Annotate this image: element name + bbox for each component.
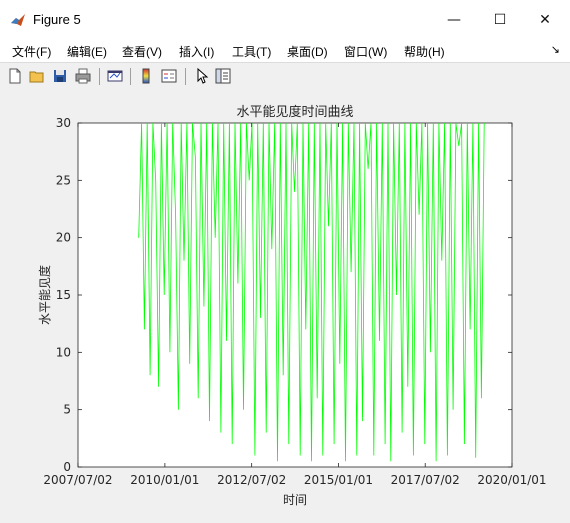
- new-figure-icon[interactable]: [6, 67, 24, 85]
- property-editor-icon[interactable]: [214, 67, 232, 85]
- menu-window[interactable]: 窗口(W): [344, 43, 387, 60]
- toolbar-separator: [185, 68, 186, 85]
- pointer-icon[interactable]: [192, 67, 210, 85]
- line-chart[interactable]: 2007/07/02 2010/01/01 2012/07/02 2015/01/01…: [0, 90, 570, 519]
- y-tick-label: 0: [63, 460, 71, 474]
- close-icon: ✕: [539, 12, 551, 28]
- maximize-icon: ☐: [493, 12, 507, 28]
- y-tick-label: 25: [56, 173, 71, 187]
- menu-file[interactable]: 文件(F): [12, 43, 51, 60]
- minimize-button[interactable]: —: [431, 0, 477, 40]
- menu-desktop[interactable]: 桌面(D): [287, 43, 328, 60]
- x-tick-label: 2010/01/01: [130, 473, 199, 487]
- colorbar-icon[interactable]: [137, 67, 155, 85]
- window-title: Figure 5: [33, 12, 81, 27]
- menu-help[interactable]: 帮助(H): [404, 43, 445, 60]
- maximize-button[interactable]: ☐: [477, 0, 523, 40]
- link-plot-icon[interactable]: [106, 67, 124, 85]
- menu-insert[interactable]: 插入(I): [179, 43, 214, 60]
- y-tick-label: 30: [56, 116, 71, 130]
- legend-icon[interactable]: [160, 67, 178, 85]
- figure-toolbar: [0, 62, 570, 91]
- chart-title: 水平能见度时间曲线: [236, 104, 353, 120]
- close-button[interactable]: ✕: [522, 0, 568, 40]
- menu-tools[interactable]: 工具(T): [232, 43, 271, 60]
- window-title-bar[interactable]: Figure 5 — ☐ ✕: [0, 0, 570, 40]
- toolbar-separator: [99, 68, 100, 85]
- print-icon[interactable]: [74, 67, 92, 85]
- toolbar-separator: [130, 68, 131, 85]
- matlab-logo-icon: [11, 14, 25, 26]
- menu-overflow-icon[interactable]: ↘: [551, 43, 560, 56]
- x-tick-label: 2015/01/01: [304, 473, 373, 487]
- x-tick-label: 2012/07/02: [217, 473, 286, 487]
- x-tick-label: 2007/07/02: [43, 473, 112, 487]
- y-tick-label: 10: [56, 345, 71, 359]
- x-tick-label: 2020/01/01: [477, 473, 546, 487]
- x-axis-label: 时间: [283, 493, 307, 507]
- menu-bar: 文件(F) 编辑(E) 查看(V) 插入(I) 工具(T) 桌面(D) 窗口(W…: [0, 40, 570, 62]
- figure-canvas[interactable]: 2007/07/02 2010/01/01 2012/07/02 2015/01/01…: [0, 90, 570, 519]
- menu-edit[interactable]: 编辑(E): [67, 43, 107, 60]
- y-tick-label: 20: [56, 231, 71, 245]
- y-tick-label: 5: [63, 403, 71, 417]
- open-file-icon[interactable]: [28, 67, 46, 85]
- x-tick-label: 2017/07/02: [391, 473, 460, 487]
- minimize-icon: —: [447, 12, 461, 28]
- y-tick-label: 15: [56, 288, 71, 302]
- menu-view[interactable]: 查看(V): [122, 43, 162, 60]
- y-axis-label: 水平能见度: [37, 265, 52, 325]
- save-icon[interactable]: [51, 67, 69, 85]
